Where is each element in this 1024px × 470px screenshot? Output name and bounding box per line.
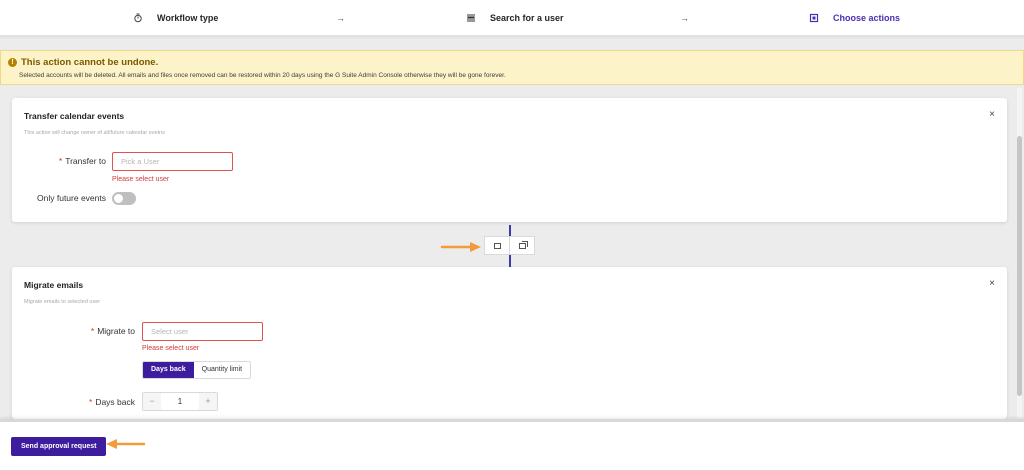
step-search-user[interactable]: Search for a user <box>466 0 564 36</box>
increment-button[interactable]: + <box>199 393 217 410</box>
scrollbar[interactable] <box>1017 88 1022 418</box>
workflow-stepper: Workflow type → Search for a user → Choo… <box>0 0 1024 36</box>
workflow-icon <box>134 13 142 23</box>
annotation-arrow-icon <box>440 242 481 252</box>
transfer-to-input[interactable]: Pick a User <box>112 152 233 171</box>
days-back-value[interactable]: 1 <box>161 397 199 406</box>
step-workflow-type[interactable]: Workflow type <box>133 0 218 36</box>
copy-icon <box>518 240 528 249</box>
close-icon[interactable]: × <box>989 110 995 120</box>
card-title: Migrate emails <box>24 280 84 290</box>
quantity-limit-option[interactable]: Quantity limit <box>193 362 251 378</box>
required-mark: * <box>58 156 63 166</box>
decrement-button[interactable]: − <box>143 393 161 410</box>
step-choose-actions[interactable]: Choose actions <box>809 0 900 36</box>
alert-title: This action cannot be undone. <box>21 57 159 68</box>
card-subtitle: This action will change owner of all/fut… <box>24 130 165 136</box>
connector-line <box>509 225 511 236</box>
connector-line <box>509 255 511 267</box>
add-action-button[interactable] <box>484 236 510 255</box>
step-arrow-icon: → <box>680 13 689 23</box>
migrate-to-input[interactable]: Select user <box>142 322 263 341</box>
transfer-error-text: Please select user <box>112 176 170 183</box>
send-approval-request-button[interactable]: Send approval request <box>11 437 107 456</box>
alert-description: Selected accounts will be deleted. All e… <box>19 72 506 79</box>
annotation-arrow-icon <box>106 439 146 449</box>
migrate-to-label: * Migrate to <box>90 326 135 336</box>
days-back-stepper[interactable]: − 1 + <box>142 392 218 411</box>
only-future-events-label: Only future events <box>37 193 106 203</box>
warning-alert: ! This action cannot be undone. Selected… <box>0 50 1024 85</box>
add-action-icon <box>493 242 501 249</box>
step-arrow-icon: → <box>336 13 345 23</box>
transfer-calendar-card: Transfer calendar events This action wil… <box>12 98 1007 222</box>
step-label: Search for a user <box>490 13 564 23</box>
search-user-icon <box>467 14 475 22</box>
limit-type-toggle[interactable]: Days back Quantity limit <box>142 361 252 379</box>
required-mark: * <box>89 397 93 407</box>
step-label: Workflow type <box>157 13 219 23</box>
step-label: Choose actions <box>833 13 901 23</box>
close-icon[interactable]: × <box>989 279 995 289</box>
required-mark: * <box>90 326 95 336</box>
only-future-events-toggle[interactable] <box>112 192 136 205</box>
toggle-knob <box>114 194 123 203</box>
card-title: Transfer calendar events <box>24 111 125 121</box>
actions-icon <box>809 13 819 23</box>
days-back-label: * Days back <box>89 397 135 407</box>
days-back-option[interactable]: Days back <box>143 362 194 378</box>
card-subtitle: Migrate emails to selected user <box>24 299 101 305</box>
warning-icon: ! <box>8 58 17 67</box>
transfer-to-label: * Transfer to <box>58 156 106 166</box>
footer-bar: Send approval request <box>0 419 1024 470</box>
migrate-error-text: Please select user <box>142 345 200 352</box>
copy-action-button[interactable] <box>509 236 535 255</box>
scrollbar-thumb[interactable] <box>1017 136 1022 396</box>
